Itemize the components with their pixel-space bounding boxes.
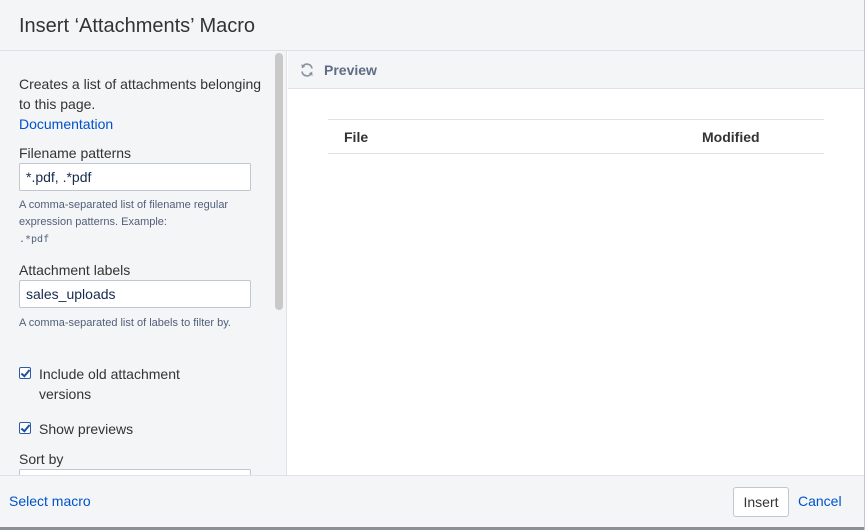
dialog-title: Insert ‘Attachments’ Macro bbox=[19, 15, 256, 37]
attachments-table-header: File Modified bbox=[328, 119, 824, 154]
panel-scrollbar[interactable] bbox=[272, 51, 286, 475]
preview-bar: Preview bbox=[288, 51, 864, 89]
filename-patterns-example: .*pdf bbox=[19, 234, 50, 245]
show-previews-row[interactable]: Show previews bbox=[19, 419, 209, 439]
filename-patterns-help: A comma-separated list of filename regul… bbox=[19, 197, 259, 248]
dialog-footer: Select macro Insert Cancel bbox=[0, 475, 864, 530]
preview-area: File Modified bbox=[288, 89, 864, 475]
refresh-icon[interactable] bbox=[299, 62, 315, 78]
filename-patterns-help-text: A comma-separated list of filename regul… bbox=[19, 199, 229, 228]
include-old-versions-label: Include old attachment versions bbox=[39, 366, 180, 402]
select-macro-link[interactable]: Select macro bbox=[9, 493, 91, 509]
attachment-labels-label: Attachment labels bbox=[19, 262, 131, 278]
include-old-versions-checkbox[interactable] bbox=[19, 367, 31, 379]
filename-patterns-input[interactable]: *.pdf, .*pdf bbox=[19, 163, 251, 191]
show-previews-label: Show previews bbox=[39, 421, 134, 437]
cancel-link[interactable]: Cancel bbox=[798, 493, 842, 509]
include-old-versions-row[interactable]: Include old attachment versions bbox=[19, 364, 209, 404]
filename-patterns-label: Filename patterns bbox=[19, 145, 132, 161]
insert-button[interactable]: Insert bbox=[733, 487, 789, 517]
column-header-modified: Modified bbox=[702, 129, 760, 145]
macro-description: Creates a list of attachments belonging … bbox=[19, 76, 262, 112]
sort-by-label: Sort by bbox=[19, 451, 64, 467]
preview-label: Preview bbox=[324, 62, 377, 78]
insert-macro-dialog: Insert ‘Attachments’ Macro Creates a lis… bbox=[0, 0, 865, 530]
column-header-file: File bbox=[344, 129, 369, 145]
scrollbar-thumb[interactable] bbox=[275, 53, 283, 310]
dialog-header: Insert ‘Attachments’ Macro bbox=[0, 0, 864, 51]
show-previews-checkbox[interactable] bbox=[19, 422, 31, 434]
macro-parameters-panel[interactable]: Creates a list of attachments belonging … bbox=[0, 51, 287, 475]
attachment-labels-help: A comma-separated list of labels to filt… bbox=[19, 317, 231, 329]
documentation-link[interactable]: Documentation bbox=[19, 114, 113, 134]
attachment-labels-input[interactable]: sales_uploads bbox=[19, 280, 251, 308]
